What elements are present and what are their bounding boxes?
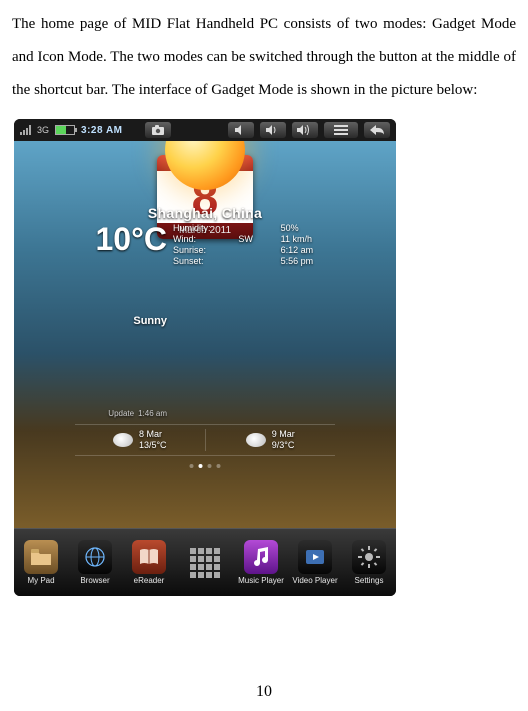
mute-button[interactable] (228, 122, 254, 138)
signal-icon (20, 125, 31, 135)
weather-details: Humidity:50% Wind:SW11 km/h Sunrise:6:12… (173, 223, 335, 266)
weather-temp: 10°C (96, 223, 168, 315)
volume-down-button[interactable] (260, 122, 286, 138)
gear-icon (352, 540, 386, 574)
book-icon (132, 540, 166, 574)
page-indicator (190, 464, 221, 468)
status-left: 3G 3:28 AM (20, 125, 123, 136)
cloud-icon (113, 433, 133, 447)
back-arrow-icon (370, 125, 384, 135)
dock-ereader[interactable]: eReader (122, 540, 176, 585)
camera-icon (152, 125, 164, 135)
weather-widget[interactable]: Shanghai, China 10°C Sunny Update 1:46 a… (75, 205, 335, 456)
menu-button[interactable] (324, 122, 358, 138)
camera-button[interactable] (145, 122, 171, 138)
weather-location: Shanghai, China (75, 205, 335, 221)
dock-label: Browser (80, 576, 109, 585)
battery-icon (55, 125, 75, 135)
dock-label: My Pad (27, 576, 54, 585)
forecast-day: 9 Mar9/3°C (205, 429, 336, 451)
home-wallpaper[interactable]: Tuesday 8 March 2011 Shanghai, China 10°… (14, 141, 396, 528)
dock-label: Video Player (292, 576, 337, 585)
dock-browser[interactable]: Browser (68, 540, 122, 585)
dock-video[interactable]: Video Player (288, 540, 342, 585)
status-time: 3:28 AM (81, 125, 122, 136)
speaker-low-icon (266, 125, 280, 135)
globe-icon (78, 540, 112, 574)
device-screenshot: 3G 3:28 AM Tuesday 8 March 2011 (14, 119, 396, 596)
dock-label: Music Player (238, 576, 284, 585)
mode-switch-button[interactable] (190, 548, 220, 578)
forecast-day: 8 Mar13/5°C (75, 429, 205, 451)
back-button[interactable] (364, 122, 390, 138)
dock: My Pad Browser eReader (14, 528, 396, 596)
volume-up-button[interactable] (292, 122, 318, 138)
speaker-muted-icon (235, 125, 247, 135)
status-bar: 3G 3:28 AM (14, 119, 396, 141)
menu-icon (334, 125, 348, 135)
weather-update: Update 1:46 am (108, 409, 167, 418)
film-icon (298, 540, 332, 574)
dock-music[interactable]: Music Player (234, 540, 288, 585)
dock-settings[interactable]: Settings (342, 540, 396, 585)
network-type: 3G (37, 125, 49, 135)
body-paragraph: The home page of MID Flat Handheld PC co… (12, 8, 516, 107)
dock-label: eReader (134, 576, 165, 585)
speaker-high-icon (297, 125, 313, 135)
dock-label: Settings (355, 576, 384, 585)
weather-forecast: 8 Mar13/5°C 9 Mar9/3°C (75, 424, 335, 456)
weather-condition: Sunny (133, 315, 167, 407)
folder-icon (24, 540, 58, 574)
dock-mypad[interactable]: My Pad (14, 540, 68, 585)
cloud-icon (246, 433, 266, 447)
page-number: 10 (0, 683, 528, 701)
apps-grid-icon (190, 548, 220, 578)
music-note-icon (244, 540, 278, 574)
